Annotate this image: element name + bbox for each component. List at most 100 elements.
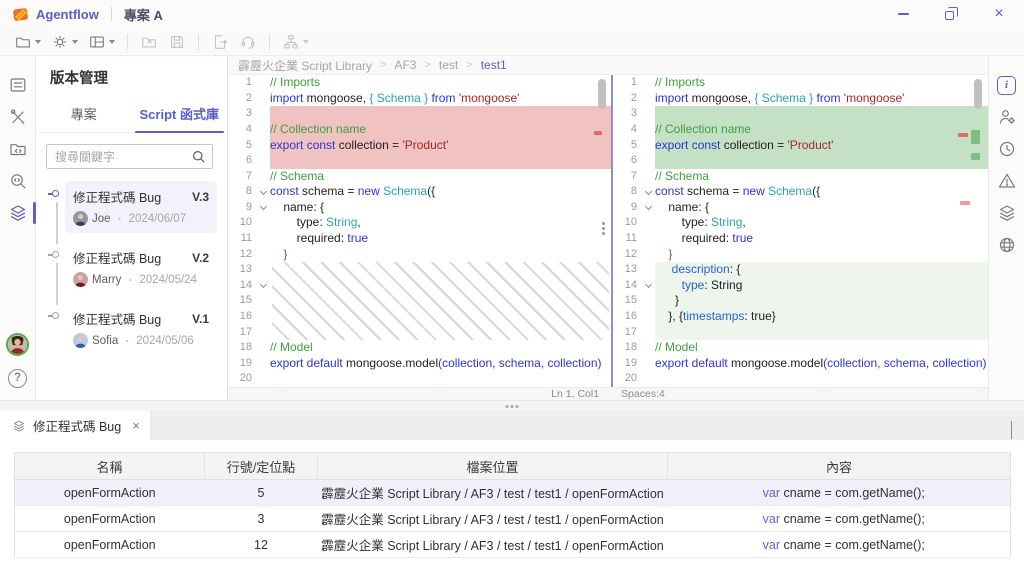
tab-project[interactable]: 專案 [36, 100, 132, 132]
support-button[interactable] [235, 31, 261, 53]
collapse-panel-button[interactable] [1011, 421, 1012, 439]
save-button[interactable] [164, 31, 190, 53]
info-icon: i [997, 76, 1016, 95]
tab-script-library[interactable]: Script 函式庫 [132, 100, 228, 132]
fold-chevron-icon[interactable] [644, 188, 651, 195]
dot-separator: ・ [125, 272, 135, 287]
caret-down-icon [72, 40, 78, 44]
breadcrumb-item[interactable]: 霹靂火企業 Script Library [238, 57, 372, 74]
panel-tabs: 專案 Script 函式庫 [36, 100, 227, 133]
version-number: V.1 [192, 312, 209, 326]
close-button[interactable]: × [992, 7, 1006, 21]
version-item[interactable]: 修正程式碼 BugV.2Marry・2024/05/24 [48, 242, 217, 294]
version-date: 2024/05/06 [136, 335, 194, 347]
search-input[interactable] [47, 150, 184, 164]
version-item[interactable]: 修正程式碼 BugV.3Joe・2024/06/07 [48, 181, 217, 233]
result-row[interactable]: openFormAction12霹靂火企業 Script Library / A… [15, 532, 1011, 558]
sidebar-item-forms[interactable] [0, 69, 36, 101]
line-number: 16 [228, 309, 256, 325]
line-number: 2 [228, 91, 256, 107]
search-button[interactable] [184, 145, 212, 168]
gear-icon [51, 33, 69, 51]
fold-chevron-icon[interactable] [644, 281, 651, 288]
user-avatar[interactable] [0, 328, 36, 360]
layout-menu-button[interactable] [84, 31, 119, 53]
sidebar-item-versions[interactable] [0, 197, 36, 229]
layers-icon [12, 419, 26, 433]
bottom-tab-label: 修正程式碼 Bug [33, 416, 121, 435]
version-card[interactable]: 修正程式碼 BugV.1Sofia・2024/05/06 [65, 303, 217, 355]
bottom-tab-results[interactable]: 修正程式碼 Bug × [0, 411, 151, 440]
open-shared-button[interactable] [136, 31, 162, 53]
result-content: var cname = com.getName(); [668, 532, 1011, 558]
breadcrumb-item[interactable]: AF3 [394, 58, 416, 72]
file-menu-button[interactable] [10, 31, 45, 53]
fold-chevron-icon[interactable] [259, 203, 266, 210]
export-button[interactable] [207, 31, 233, 53]
line-number: 15 [228, 293, 256, 309]
breadcrumb-item[interactable]: test [439, 58, 458, 72]
restore-button[interactable] [944, 7, 958, 21]
sidebar-item-script-files[interactable] [0, 133, 36, 165]
indent-setting[interactable]: Spaces:4 [621, 388, 665, 400]
result-row[interactable]: openFormAction3霹靂火企業 Script Library / AF… [15, 506, 1011, 532]
commit-node-icon [48, 303, 65, 355]
minimize-button[interactable] [896, 7, 910, 21]
flow-menu-button[interactable] [278, 31, 313, 53]
code-line: 3 [613, 106, 988, 122]
scrollbar-thumb[interactable] [974, 79, 982, 109]
toolbar-separator [198, 34, 199, 50]
code-line: 4// Collection name [228, 122, 611, 138]
fold-chevron-icon[interactable] [644, 203, 651, 210]
panel-item-user-settings[interactable] [989, 101, 1024, 133]
author-avatar [73, 211, 88, 226]
overview-marker-added [971, 130, 980, 144]
code-line: 20 [228, 371, 611, 387]
diff-panes: 1// Imports2import mongoose, { Schema } … [228, 75, 988, 387]
project-name: 專案 A [124, 5, 163, 24]
version-item[interactable]: 修正程式碼 BugV.1Sofia・2024/05/06 [48, 303, 217, 355]
line-number: 4 [613, 122, 641, 138]
author-avatar [73, 272, 88, 287]
code-folder-icon [8, 139, 28, 159]
panel-item-history[interactable] [989, 133, 1024, 165]
panel-item-warnings[interactable] [989, 165, 1024, 197]
fold-chevron-icon[interactable] [259, 281, 266, 288]
settings-menu-button[interactable] [47, 31, 82, 53]
code-search-icon [8, 171, 28, 191]
breadcrumb-item[interactable]: test1 [481, 58, 507, 72]
scrollbar-thumb[interactable] [598, 79, 606, 109]
result-row[interactable]: openFormAction5霹靂火企業 Script Library / AF… [15, 480, 1011, 506]
version-date: 2024/06/07 [129, 213, 187, 225]
line-number: 13 [228, 262, 256, 278]
help-button[interactable]: ? [0, 362, 36, 394]
result-name: openFormAction [15, 480, 205, 506]
code-line: 7// Schema [228, 169, 611, 185]
code-line: 1// Imports [613, 75, 988, 91]
pane-divider[interactable] [611, 75, 613, 387]
version-card[interactable]: 修正程式碼 BugV.3Joe・2024/06/07 [65, 181, 217, 233]
window-controls: × [896, 7, 1012, 21]
sidebar-item-code-search[interactable] [0, 165, 36, 197]
version-card[interactable]: 修正程式碼 BugV.2Marry・2024/05/24 [65, 242, 217, 294]
panel-item-info[interactable]: i [989, 69, 1024, 101]
tab-close-icon[interactable]: × [132, 419, 140, 432]
cursor-position: Ln 1, Col1 [551, 388, 599, 400]
app-window: Agentflow 專案 A × [0, 0, 1024, 576]
splitter-handle-icon [511, 405, 514, 408]
diff-pane-new: 1// Imports2import mongoose, { Schema } … [613, 75, 988, 387]
fold-chevron-icon[interactable] [259, 188, 266, 195]
panel-item-globe[interactable] [989, 229, 1024, 261]
bottom-panel-splitter[interactable] [0, 400, 1024, 411]
results-column-header: 檔案位置 [318, 453, 668, 480]
avatar [6, 333, 29, 356]
agentflow-logo-icon [12, 6, 29, 23]
main-area: ? 版本管理 專案 Script 函式庫 修正程式碼 BugV.3Joe・202… [0, 56, 1024, 400]
panel-item-versions[interactable] [989, 197, 1024, 229]
commit-node-icon [48, 181, 65, 233]
code-line: 18// Model [613, 340, 988, 356]
code-line: 18// Model [228, 340, 611, 356]
sidebar-item-tools[interactable] [0, 101, 36, 133]
line-number: 20 [613, 371, 641, 387]
code-line: 14 type: String [613, 278, 988, 294]
